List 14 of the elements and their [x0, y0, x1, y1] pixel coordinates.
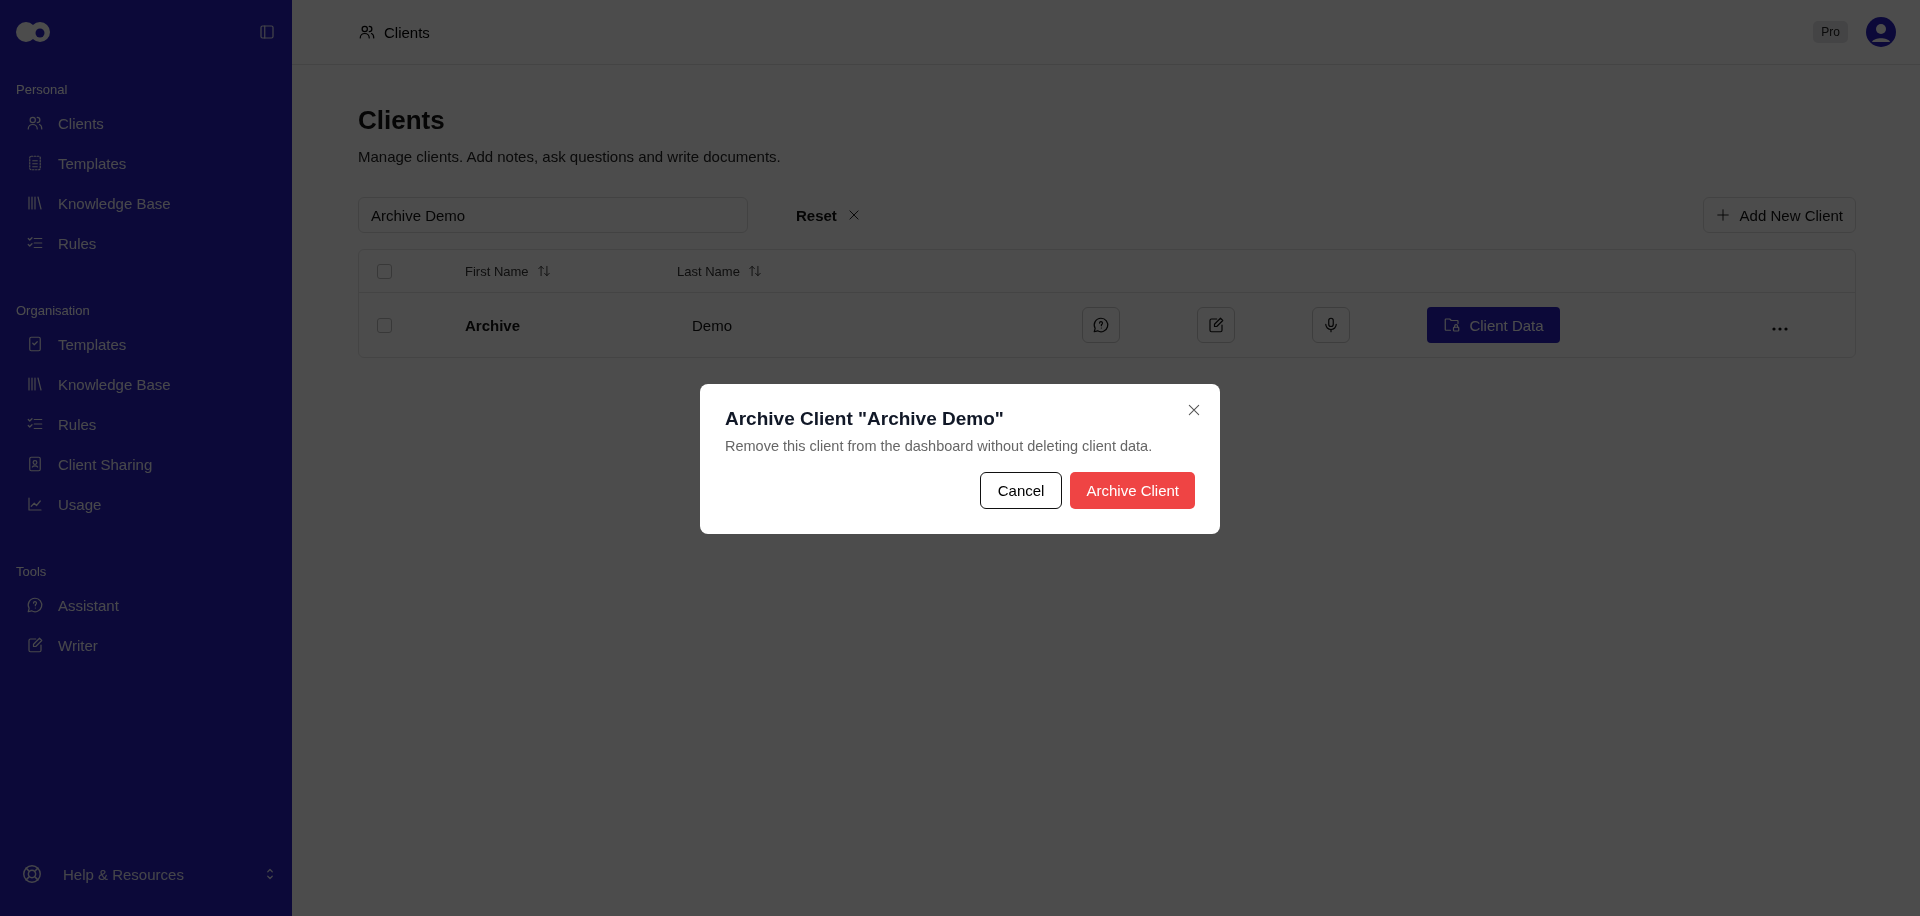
page-subtitle: Manage clients. Add notes, ask questions and write documents.: [358, 148, 782, 165]
section-label: Organisation: [16, 303, 91, 318]
page-title: Clients: [358, 105, 446, 136]
section-label: Tools: [16, 564, 48, 579]
table-cell-text: Demo: [691, 316, 733, 334]
cancel-button[interactable]: Cancel: [979, 472, 1063, 509]
section-label: Personal: [16, 82, 69, 97]
column-header[interactable]: Last Name: [677, 263, 740, 279]
dialog-message: Remove this client from the dashboard without deleting client data.: [725, 438, 1154, 454]
close-button[interactable]: [1186, 402, 1202, 418]
column-header[interactable]: First Name: [465, 263, 529, 279]
archive-button[interactable]: Archive Client: [1070, 472, 1195, 509]
table-cell-text: Archive: [465, 316, 522, 334]
dialog-title: Archive Client "Archive Demo": [725, 408, 1005, 430]
